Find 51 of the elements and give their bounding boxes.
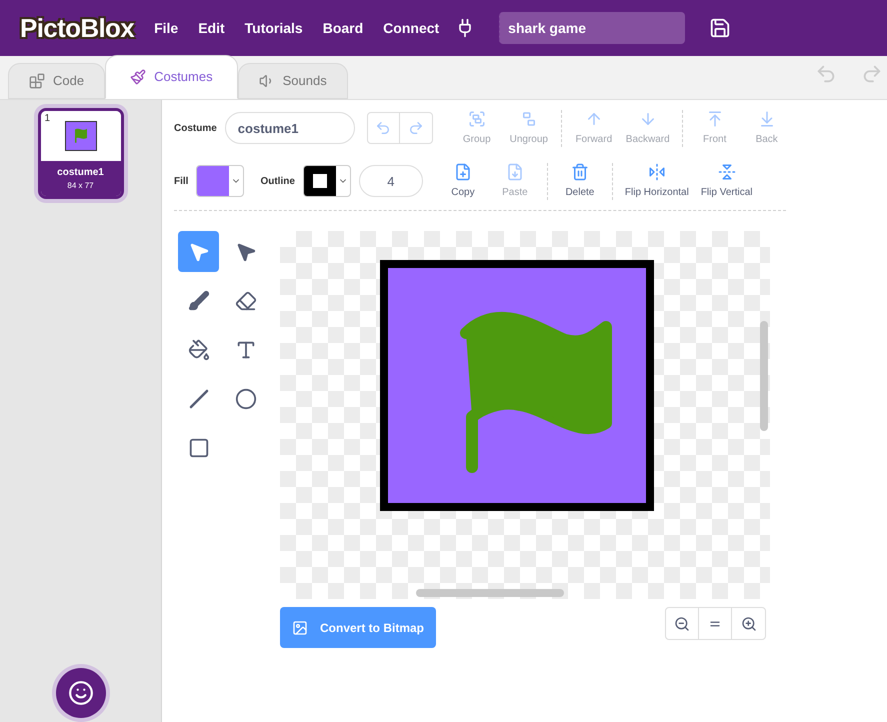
fill-label: Fill (174, 174, 188, 188)
select-tool[interactable] (178, 231, 219, 272)
delete-icon (570, 162, 589, 180)
flip-h-icon (648, 162, 666, 180)
menu-item[interactable]: Tutorials (244, 18, 303, 38)
redo-icon (408, 120, 424, 136)
flip-v-button[interactable]: Flip Vertical (696, 162, 757, 200)
costumes-icon (130, 69, 146, 85)
add-costume-button[interactable] (56, 668, 106, 718)
zoom-out-icon (674, 616, 690, 632)
app-logo: PictoBlox (20, 12, 134, 44)
menu-item[interactable]: Edit (198, 18, 225, 38)
fill-icon (188, 338, 210, 360)
line-icon (188, 388, 210, 410)
tab[interactable]: Costumes (105, 55, 238, 99)
fill-color-picker[interactable] (196, 165, 244, 197)
brush-icon (188, 290, 210, 312)
group-icon (468, 110, 486, 128)
eraser-icon (234, 290, 256, 312)
paste-icon (506, 162, 524, 180)
zoom-in-icon (740, 616, 756, 632)
menu-item[interactable]: File (154, 18, 178, 38)
costume-size: 84 x 77 (67, 180, 94, 192)
outline-color-picker[interactable] (302, 165, 351, 197)
code-icon (29, 73, 45, 89)
menu-item[interactable]: Connect (383, 18, 440, 38)
costume-name-field[interactable]: costume1 (224, 112, 355, 144)
flip-v-icon (718, 162, 736, 180)
horizontal-scrollbar[interactable] (416, 589, 564, 597)
outline-width-field[interactable]: 4 (358, 165, 423, 197)
menu-item[interactable]: Board (322, 18, 364, 38)
flip-h-button[interactable]: Flip Horizontal (620, 162, 693, 200)
undo-icon (375, 120, 392, 136)
rectangle-icon (188, 436, 210, 458)
image-icon (292, 620, 308, 636)
select-icon (188, 240, 210, 262)
project-name-field[interactable]: shark game (499, 12, 686, 44)
reshape-icon (234, 240, 256, 262)
costume-number: 1 (44, 112, 50, 126)
save-icon[interactable] (709, 17, 732, 39)
copy-icon (454, 162, 472, 180)
tab[interactable]: Code (8, 63, 106, 99)
outline-label: Outline (260, 174, 295, 188)
vertical-scrollbar[interactable] (760, 321, 768, 431)
costume-thumbnail (64, 121, 96, 151)
costume-label: Costume (174, 122, 217, 136)
delete-button[interactable]: Delete (556, 162, 604, 200)
copy-button[interactable]: Copy (438, 162, 487, 200)
circle-icon (234, 388, 256, 410)
costume-name: costume1 (57, 166, 104, 180)
tab[interactable]: Sounds (238, 63, 348, 99)
